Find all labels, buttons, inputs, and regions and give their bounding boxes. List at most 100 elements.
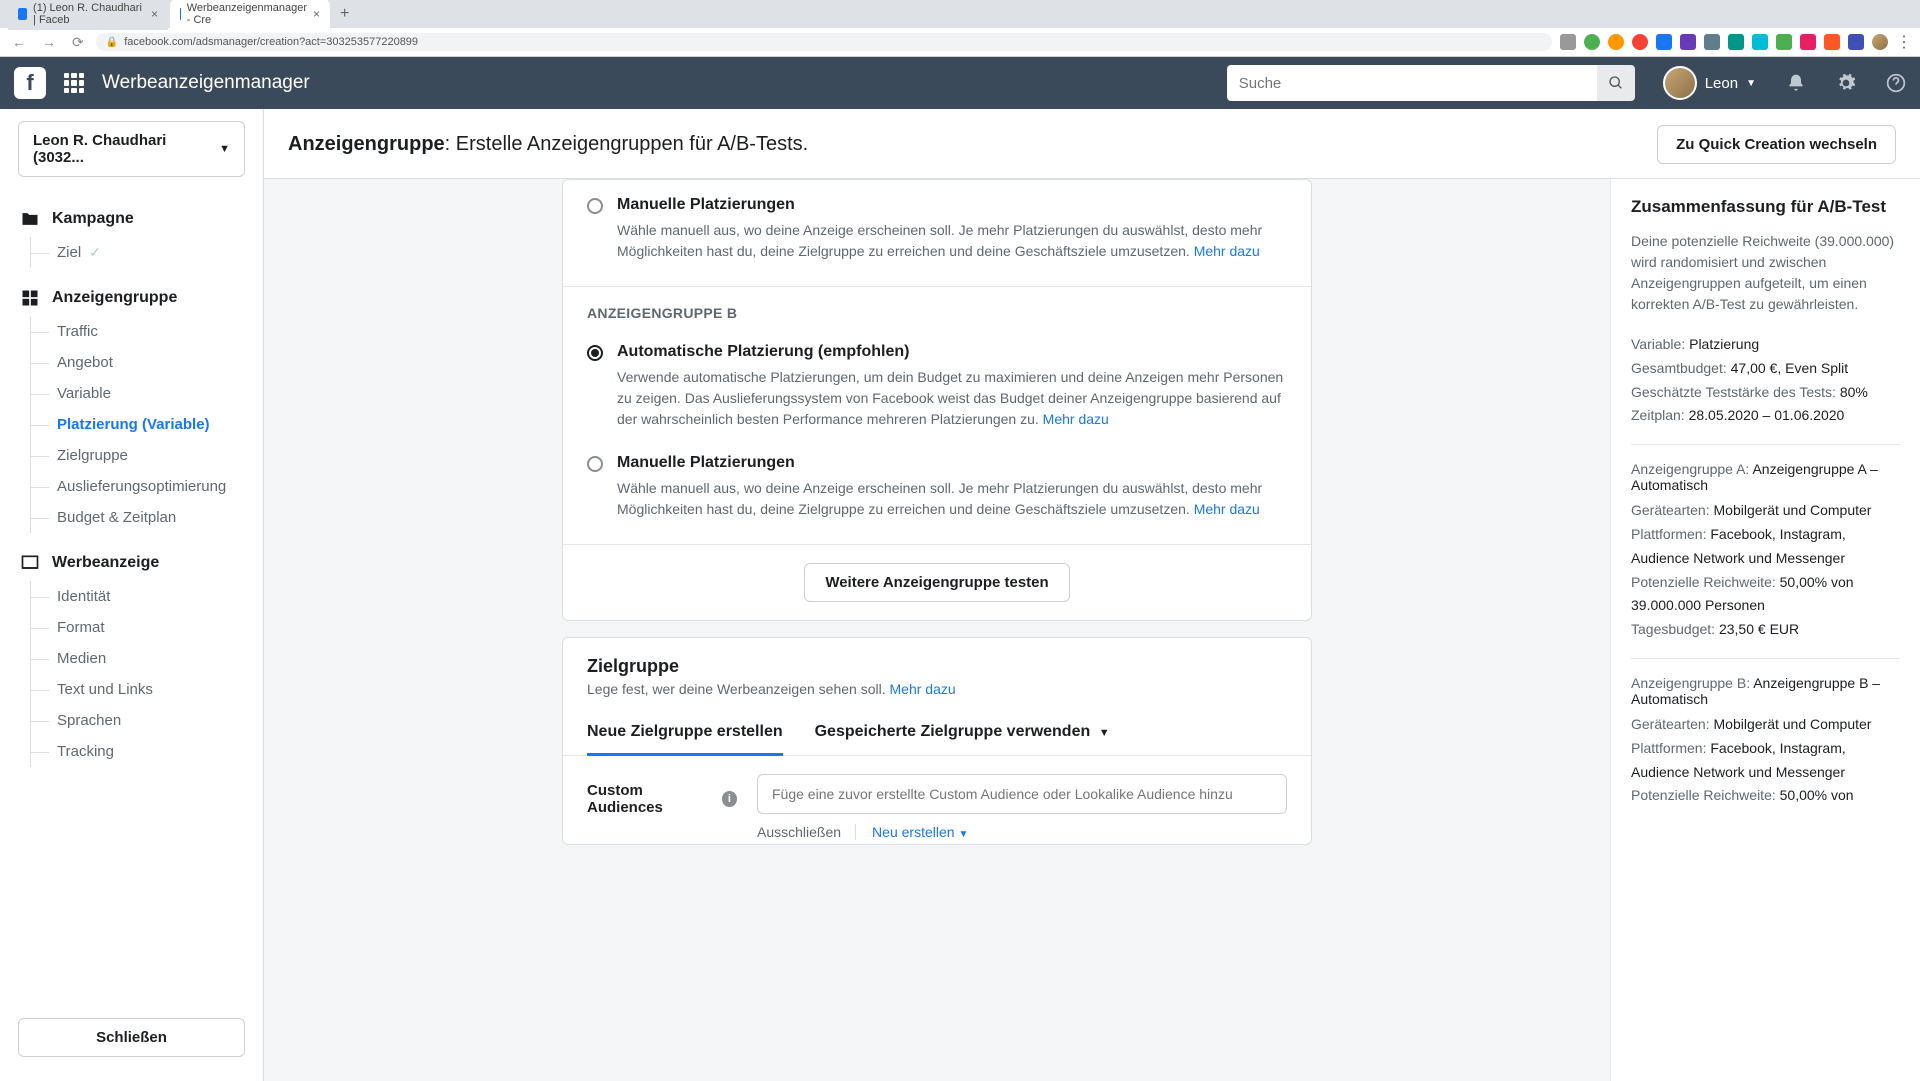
tab-new-audience[interactable]: Neue Zielgruppe erstellen (587, 715, 783, 755)
summary-variable: Variable: Platzierung (1631, 333, 1900, 357)
extension-icon[interactable] (1776, 34, 1792, 50)
sidebar-item-auslieferung[interactable]: Auslieferungsoptimierung (31, 471, 263, 502)
extension-icon[interactable] (1848, 34, 1864, 50)
close-icon[interactable]: × (313, 7, 320, 21)
radio-auto-b[interactable] (587, 345, 603, 361)
sidebar-item-identitaet[interactable]: Identität (31, 581, 263, 612)
extension-icon[interactable] (1680, 34, 1696, 50)
center-column[interactable]: Manuelle Platzierungen Wähle manuell aus… (264, 179, 1610, 1081)
extension-icon[interactable] (1584, 34, 1600, 50)
apps-grid-icon[interactable] (60, 69, 88, 97)
close-icon[interactable]: × (151, 7, 158, 21)
extension-icon[interactable] (1560, 34, 1576, 50)
reload-icon[interactable]: ⟳ (68, 34, 88, 51)
main: Anzeigengruppe: Erstelle Anzeigengruppen… (264, 109, 1920, 1081)
sidebar-item-budget[interactable]: Budget & Zeitplan (31, 502, 263, 533)
summary-group-a-head: Anzeigengruppe A: Anzeigengruppe A – Aut… (1631, 461, 1900, 493)
facebook-logo-icon[interactable]: f (14, 67, 46, 99)
audience-card: Zielgruppe Lege fest, wer deine Werbeanz… (562, 637, 1312, 845)
new-tab-button[interactable]: + (332, 5, 357, 23)
nav-head-campaign[interactable]: Kampagne (0, 201, 263, 237)
option-desc: Verwende automatische Platzierungen, um … (617, 367, 1287, 430)
summary-schedule: Zeitplan: 28.05.2020 – 01.06.2020 (1631, 404, 1900, 428)
avatar (1663, 66, 1697, 100)
sidebar-item-text[interactable]: Text und Links (31, 674, 263, 705)
extension-icon[interactable] (1632, 34, 1648, 50)
summary-power: Geschätzte Teststärke des Tests: 80% (1631, 381, 1900, 405)
option-title: Manuelle Platzierungen (617, 196, 1287, 214)
help-icon[interactable] (1886, 73, 1906, 93)
browser-tab[interactable]: (1) Leon R. Chaudhari | Faceb × (8, 0, 168, 30)
url-input[interactable]: 🔒 facebook.com/adsmanager/creation?act=3… (96, 33, 1552, 51)
summary-group-a-platform: Plattformen: Facebook, Instagram, Audien… (1631, 523, 1900, 571)
extension-icon[interactable] (1824, 34, 1840, 50)
quick-creation-button[interactable]: Zu Quick Creation wechseln (1657, 125, 1896, 164)
menu-icon[interactable]: ⋮ (1896, 32, 1912, 52)
chevron-down-icon: ▼ (1099, 727, 1110, 739)
browser-tab-active[interactable]: Werbeanzeigenmanager - Cre × (170, 0, 330, 30)
extension-icon[interactable] (1704, 34, 1720, 50)
folder-icon (20, 209, 40, 229)
account-selector[interactable]: Leon R. Chaudhari (3032... ▼ (18, 121, 245, 177)
profile-avatar-icon[interactable] (1872, 34, 1888, 50)
summary-title: Zusammenfassung für A/B-Test (1631, 197, 1900, 217)
info-icon[interactable]: i (722, 791, 737, 807)
learn-more-link[interactable]: Mehr dazu (1194, 501, 1260, 517)
sidebar-item-traffic[interactable]: Traffic (31, 316, 263, 347)
radio-manual-a[interactable] (587, 198, 603, 214)
audience-tabs: Neue Zielgruppe erstellen Gespeicherte Z… (563, 701, 1311, 756)
learn-more-link[interactable]: Mehr dazu (1194, 243, 1260, 259)
extension-icon[interactable] (1728, 34, 1744, 50)
summary-panel: Zusammenfassung für A/B-Test Deine poten… (1610, 179, 1920, 1081)
radio-manual-b[interactable] (587, 456, 603, 472)
test-more-row: Weitere Anzeigengruppe testen (563, 545, 1311, 620)
sidebar-item-ziel[interactable]: Ziel ✓ (31, 237, 263, 268)
sidebar-item-angebot[interactable]: Angebot (31, 347, 263, 378)
summary-group-b-reach: Potenzielle Reichweite: 50,00% von (1631, 784, 1900, 808)
audience-header: Zielgruppe Lege fest, wer deine Werbeanz… (563, 638, 1311, 701)
tab-title: Werbeanzeigenmanager - Cre (187, 2, 307, 26)
extension-icon[interactable] (1800, 34, 1816, 50)
sidebar-item-tracking[interactable]: Tracking (31, 736, 263, 767)
test-more-button[interactable]: Weitere Anzeigengruppe testen (804, 563, 1069, 602)
close-button[interactable]: Schließen (18, 1018, 245, 1057)
sidebar-item-sprachen[interactable]: Sprachen (31, 705, 263, 736)
address-bar: ← → ⟳ 🔒 facebook.com/adsmanager/creation… (0, 28, 1920, 56)
sidebar-item-zielgruppe[interactable]: Zielgruppe (31, 440, 263, 471)
search-button[interactable] (1597, 65, 1635, 101)
sidebar-item-medien[interactable]: Medien (31, 643, 263, 674)
user-menu[interactable]: Leon ▼ (1663, 66, 1756, 100)
extension-icon[interactable] (1608, 34, 1624, 50)
back-icon[interactable]: ← (8, 34, 30, 50)
nav-ad: Werbeanzeige Identität Format Medien Tex… (0, 539, 263, 773)
learn-more-link[interactable]: Mehr dazu (1043, 411, 1109, 427)
lock-icon: 🔒 (106, 37, 118, 48)
sidebar-item-variable[interactable]: Variable (31, 378, 263, 409)
search-wrap (1227, 65, 1635, 101)
grid-icon (20, 288, 40, 308)
facebook-icon (18, 8, 27, 20)
bell-icon[interactable] (1786, 73, 1806, 93)
create-new-link[interactable]: Neu erstellen ▼ (872, 824, 968, 840)
sidebar-item-platzierung[interactable]: Platzierung (Variable) (31, 409, 263, 440)
divider (1631, 444, 1900, 445)
custom-audiences-input[interactable] (757, 774, 1287, 814)
extension-icon[interactable] (1752, 34, 1768, 50)
learn-more-link[interactable]: Mehr dazu (890, 681, 956, 697)
tab-saved-audience[interactable]: Gespeicherte Zielgruppe verwenden ▼ (815, 715, 1110, 755)
sidebar-item-format[interactable]: Format (31, 612, 263, 643)
check-icon: ✓ (89, 244, 101, 261)
search-input[interactable] (1227, 65, 1597, 101)
forward-icon[interactable]: → (38, 34, 60, 50)
option-title: Manuelle Platzierungen (617, 454, 1287, 472)
app-title: Werbeanzeigenmanager (102, 72, 310, 94)
nav-head-adset[interactable]: Anzeigengruppe (0, 280, 263, 316)
gear-icon[interactable] (1836, 73, 1856, 93)
extension-icon[interactable] (1656, 34, 1672, 50)
placement-manual-a: Manuelle Platzierungen Wähle manuell aus… (563, 180, 1311, 286)
chevron-down-icon: ▼ (1746, 78, 1756, 89)
facebook-icon (180, 8, 181, 20)
nav-head-ad[interactable]: Werbeanzeige (0, 545, 263, 581)
summary-group-b-device: Gerätearten: Mobilgerät und Computer (1631, 713, 1900, 737)
exclude-link[interactable]: Ausschließen (757, 824, 856, 840)
